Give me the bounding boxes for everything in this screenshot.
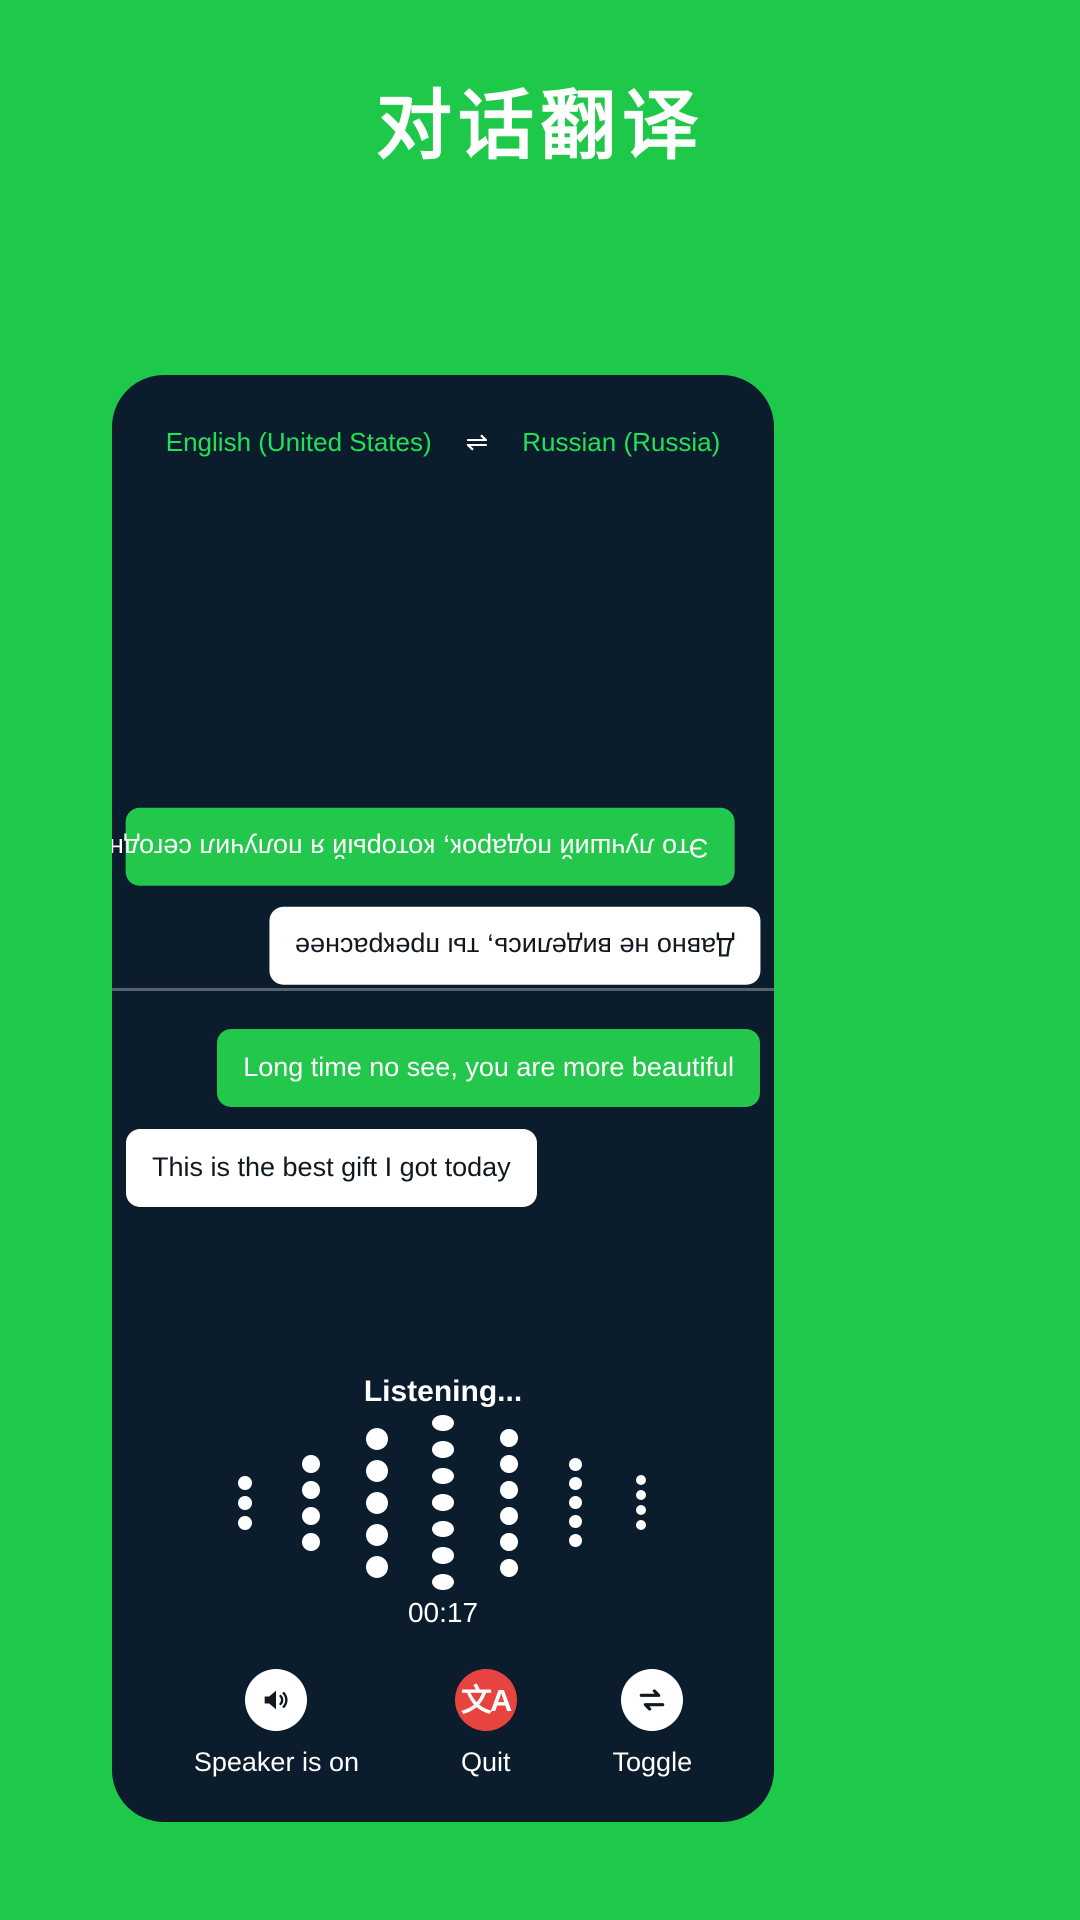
toggle-button-label: Toggle [612, 1747, 693, 1777]
audio-waveform [112, 1415, 774, 1590]
waveform-dot [432, 1441, 454, 1458]
waveform-dot [366, 1523, 388, 1546]
waveform-dot [302, 1532, 320, 1551]
conversation-pane-top: Это лучший подарок, который я получил се… [112, 475, 774, 985]
bottom-controls: Speaker is on 文A Quit Toggle [112, 1669, 774, 1778]
waveform-dot [500, 1506, 518, 1525]
waveform-column [344, 1415, 410, 1590]
message-bubble[interactable]: This is the best gift I got today [126, 1128, 537, 1207]
waveform-dot [432, 1520, 454, 1538]
waveform-dot [568, 1515, 582, 1528]
message-bubble[interactable]: Давно не виделись, ты прекраснее [268, 907, 760, 985]
waveform-dot [238, 1475, 252, 1490]
waveform-dot [500, 1428, 518, 1447]
quit-button-circle[interactable]: 文A [454, 1669, 517, 1731]
waveform-column [608, 1415, 674, 1590]
swap-languages-icon[interactable]: ⇌ [432, 429, 523, 456]
waveform-dot [366, 1555, 388, 1578]
waveform-column [212, 1415, 278, 1590]
waveform-column [476, 1415, 542, 1590]
listening-status: Listening... [363, 1375, 523, 1408]
waveform-dot [636, 1490, 646, 1500]
swap-icon [636, 1684, 668, 1716]
message-bubble[interactable]: Это лучший подарок, который я получил се… [112, 807, 735, 886]
message-row: This is the best gift I got today [126, 1128, 760, 1207]
quit-button-label: Quit [460, 1747, 511, 1777]
waveform-dot [568, 1458, 582, 1471]
waveform-dot [432, 1415, 454, 1432]
waveform-column [542, 1415, 608, 1590]
waveform-dot [568, 1496, 582, 1509]
message-row: Это лучший подарок, который я получил се… [112, 807, 760, 886]
page-title: 对话翻译 [376, 84, 704, 169]
speaker-button-label: Speaker is on [193, 1747, 359, 1777]
message-row: Long time no see, you are more beautiful [126, 1029, 760, 1107]
waveform-dot [238, 1495, 252, 1510]
waveform-dot [432, 1494, 454, 1511]
speaker-button-circle[interactable] [245, 1669, 308, 1731]
message-bubble[interactable]: Long time no see, you are more beautiful [217, 1029, 760, 1107]
waveform-dot [432, 1547, 454, 1564]
waveform-dot [500, 1558, 518, 1577]
pane-divider [112, 988, 774, 991]
waveform-dot [302, 1454, 320, 1473]
waveform-dot [432, 1573, 454, 1590]
waveform-dot [366, 1459, 388, 1482]
speaker-icon [259, 1683, 293, 1717]
waveform-column [278, 1415, 344, 1590]
translate-icon: 文A [461, 1682, 512, 1718]
waveform-dot [366, 1427, 388, 1450]
translation-card: English (United States) ⇌ Russian (Russi… [112, 375, 774, 1822]
waveform-dot [636, 1520, 646, 1530]
waveform-dot [500, 1480, 518, 1499]
waveform-dot [636, 1475, 646, 1485]
conversation-pane-bottom: Long time no see, you are more beautiful… [112, 1003, 774, 1353]
waveform-dot [568, 1477, 582, 1490]
quit-button[interactable]: 文A Quit [454, 1669, 517, 1778]
waveform-dot [302, 1506, 320, 1525]
waveform-dot [500, 1532, 518, 1551]
waveform-dot [500, 1454, 518, 1473]
waveform-dot [568, 1534, 582, 1547]
waveform-dot [636, 1505, 646, 1515]
recording-timer: 00:17 [407, 1597, 479, 1628]
waveform-dot [366, 1491, 388, 1514]
waveform-column [410, 1415, 476, 1590]
message-row: Давно не виделись, ты прекраснее [126, 907, 760, 985]
source-language[interactable]: English (United States) [166, 427, 432, 458]
speaker-button[interactable]: Speaker is on [194, 1669, 359, 1778]
waveform-dot [432, 1467, 454, 1485]
waveform-dot [238, 1515, 252, 1530]
language-selector[interactable]: English (United States) ⇌ Russian (Russi… [112, 427, 774, 458]
toggle-button[interactable]: Toggle [612, 1669, 693, 1778]
toggle-button-circle[interactable] [621, 1669, 684, 1731]
target-language[interactable]: Russian (Russia) [522, 427, 720, 458]
waveform-dot [302, 1480, 320, 1499]
